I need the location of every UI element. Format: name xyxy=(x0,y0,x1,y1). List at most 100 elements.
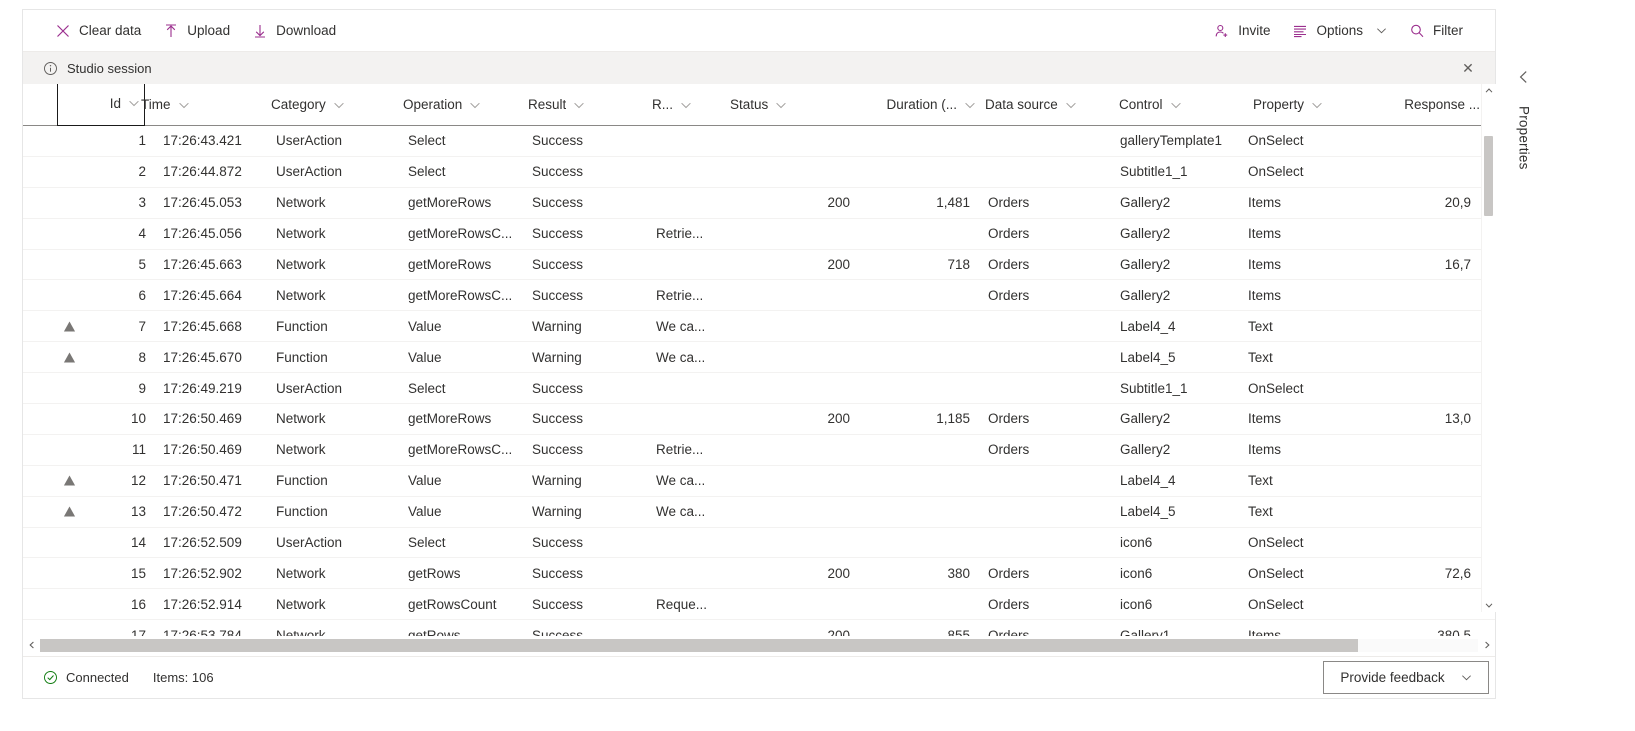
cell-id: 5 xyxy=(138,257,146,272)
table-row[interactable]: 1 17:26:43.421 UserAction Select Success gall… xyxy=(23,126,1495,157)
cell-time: 17:26:45.053 xyxy=(163,195,242,211)
cell-property: Text xyxy=(1248,473,1273,489)
column-header-id[interactable]: Id xyxy=(57,84,145,126)
cell-response: 16,7 xyxy=(1444,257,1471,272)
close-icon[interactable]: ✕ xyxy=(1455,55,1481,81)
cell-operation: Select xyxy=(408,133,446,149)
cell-property: Text xyxy=(1248,504,1273,520)
column-header-label: Category xyxy=(271,97,326,112)
column-header-control[interactable]: Control xyxy=(1119,84,1223,125)
cell-result: Warning xyxy=(532,349,582,365)
table-row[interactable]: 4 17:26:45.056 Network getMoreRowsC... Succe… xyxy=(23,218,1495,250)
column-header-property[interactable]: Property xyxy=(1253,84,1363,125)
table-row[interactable]: 3 17:26:45.053 Network getMoreRows Success 20… xyxy=(23,187,1495,219)
connection-status-label: Connected xyxy=(66,670,129,685)
vertical-scroll-thumb[interactable] xyxy=(1484,136,1493,216)
cell-duration: 1,481 xyxy=(936,195,970,211)
cell-id: 12 xyxy=(130,473,146,489)
table-row[interactable]: 16 17:26:52.914 Network getRowsCount Success… xyxy=(23,589,1495,621)
column-sort-chevron-icon[interactable] xyxy=(1311,99,1323,111)
column-sort-chevron-icon[interactable] xyxy=(333,99,345,111)
command-bar-right-group: Invite Options Filter xyxy=(1204,15,1495,47)
column-sort-chevron-icon[interactable] xyxy=(964,99,976,111)
collapse-chevron-icon[interactable] xyxy=(1509,62,1539,92)
scroll-down-icon[interactable] xyxy=(1482,598,1496,612)
table-row[interactable]: 7 17:26:45.668 Function Value Warning We ca..… xyxy=(23,311,1495,343)
column-header-status[interactable]: Status xyxy=(730,84,822,125)
clear-data-button[interactable]: Clear data xyxy=(45,15,151,47)
column-sort-chevron-icon[interactable] xyxy=(469,99,481,111)
cell-operation: Select xyxy=(408,380,446,396)
cell-operation: Value xyxy=(408,349,442,365)
cell-id: 7 xyxy=(138,318,146,334)
cell-id: 10 xyxy=(130,411,146,427)
table-row[interactable]: 15 17:26:52.902 Network getRows Success 200 38… xyxy=(23,558,1495,590)
scroll-right-icon[interactable] xyxy=(1478,637,1495,653)
table-row[interactable]: 2 17:26:44.872 UserAction Select Success Subt… xyxy=(23,156,1495,188)
table-row[interactable]: 10 17:26:50.469 Network getMoreRows Success 2… xyxy=(23,404,1495,435)
column-sort-chevron-icon[interactable] xyxy=(128,97,140,109)
scroll-left-icon[interactable] xyxy=(23,637,40,653)
cell-property: Items xyxy=(1248,442,1282,458)
table-row[interactable]: 14 17:26:52.509 UserAction Select Success ico… xyxy=(23,527,1495,559)
horizontal-scroll-track[interactable] xyxy=(40,638,1478,652)
cell-r: We ca... xyxy=(656,473,706,489)
scroll-up-icon[interactable] xyxy=(1482,84,1496,98)
cell-result: Warning xyxy=(532,473,582,489)
cell-r: Retrie... xyxy=(656,287,704,303)
table-row[interactable]: 11 17:26:50.469 Network getMoreRowsC... Succ… xyxy=(23,434,1495,466)
cell-result: Warning xyxy=(532,318,582,334)
table-row[interactable]: 6 17:26:45.664 Network getMoreRowsC... Succe… xyxy=(23,280,1495,312)
cell-category: Function xyxy=(276,504,328,520)
cell-id: 1 xyxy=(138,133,146,149)
cell-r: We ca... xyxy=(656,349,706,365)
column-sort-chevron-icon[interactable] xyxy=(1065,99,1077,111)
upload-button[interactable]: Upload xyxy=(153,15,240,47)
table-row[interactable]: 9 17:26:49.219 UserAction Select Success Subt… xyxy=(23,373,1495,405)
cell-response: 13,0 xyxy=(1444,411,1471,427)
column-header-duration[interactable]: Duration (... xyxy=(870,84,980,125)
cell-control: galleryTemplate1 xyxy=(1120,133,1223,149)
upload-icon xyxy=(163,23,179,39)
download-button[interactable]: Download xyxy=(242,15,346,47)
provide-feedback-button[interactable]: Provide feedback xyxy=(1323,661,1489,694)
cell-operation: Select xyxy=(408,164,446,180)
cell-category: Network xyxy=(276,195,326,211)
cell-status: 200 xyxy=(827,257,850,272)
column-header-label: Property xyxy=(1253,97,1305,112)
cell-id: 16 xyxy=(130,596,146,612)
column-header-category[interactable]: Category xyxy=(271,84,383,125)
table-horizontal-scrollbar[interactable] xyxy=(23,636,1495,654)
cell-control: Gallery2 xyxy=(1120,411,1171,427)
properties-rail-label[interactable]: Properties xyxy=(1517,106,1532,170)
table-row[interactable]: 13 17:26:50.472 Function Value Warning We ca.… xyxy=(23,496,1495,528)
cell-category: UserAction xyxy=(276,164,343,180)
table-vertical-scrollbar[interactable] xyxy=(1481,84,1496,612)
download-icon xyxy=(252,23,268,39)
column-header-result[interactable]: Result xyxy=(528,84,628,125)
cell-control: icon6 xyxy=(1120,596,1153,612)
options-button[interactable]: Options xyxy=(1282,15,1397,47)
table-row[interactable]: 5 17:26:45.663 Network getMoreRows Success 20… xyxy=(23,249,1495,281)
table-row[interactable]: 8 17:26:45.670 Function Value Warning We ca..… xyxy=(23,342,1495,374)
column-sort-chevron-icon[interactable] xyxy=(178,99,190,111)
column-header-response[interactable]: Response ... xyxy=(1375,84,1495,125)
column-sort-chevron-icon[interactable] xyxy=(775,99,787,111)
filter-button[interactable]: Filter xyxy=(1399,15,1473,47)
column-header-datasource[interactable]: Data source xyxy=(985,84,1109,125)
column-sort-chevron-icon[interactable] xyxy=(573,99,585,111)
column-header-r[interactable]: R... xyxy=(652,84,736,125)
horizontal-scroll-thumb[interactable] xyxy=(40,638,1358,652)
items-count: Items: 106 xyxy=(153,670,214,685)
cell-category: Network xyxy=(276,226,326,242)
column-sort-chevron-icon[interactable] xyxy=(1170,99,1182,111)
download-label: Download xyxy=(276,23,337,38)
invite-button[interactable]: Invite xyxy=(1204,15,1280,47)
column-header-label: Status xyxy=(730,97,769,112)
column-header-operation[interactable]: Operation xyxy=(403,84,519,125)
column-header-time[interactable]: Time xyxy=(141,84,227,125)
table-row[interactable]: 12 17:26:50.471 Function Value Warning We ca.… xyxy=(23,465,1495,497)
cell-time: 17:26:45.056 xyxy=(163,226,242,242)
table-body: 1 17:26:43.421 UserAction Select Success gall… xyxy=(23,126,1495,657)
column-sort-chevron-icon[interactable] xyxy=(680,99,692,111)
